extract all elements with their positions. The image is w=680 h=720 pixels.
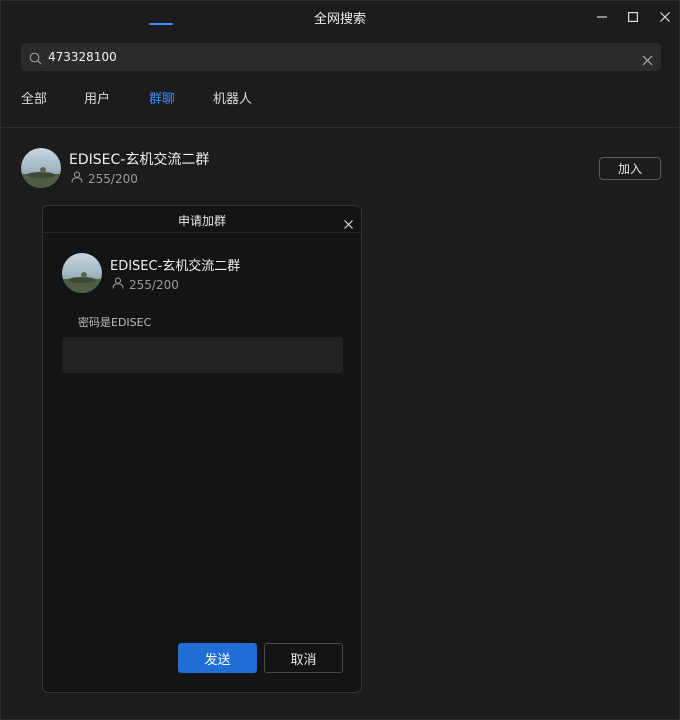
clear-icon[interactable] [642, 51, 653, 70]
join-question-text: 密码是EDISEC [78, 316, 152, 329]
close-icon[interactable] [344, 214, 353, 233]
minimize-icon[interactable] [592, 7, 612, 27]
member-count-text: 255/200 [88, 171, 138, 186]
result-member-count: 255/200 [71, 171, 138, 186]
close-icon[interactable] [655, 7, 675, 27]
dialog-title: 申请加群 [177, 214, 226, 228]
search-icon [29, 50, 42, 69]
tab-groups[interactable]: 群聊 [149, 88, 175, 107]
dialog-group-name: EDISEC-玄机交流二群 [110, 259, 241, 274]
member-icon [112, 277, 124, 292]
window-title: 全网搜索 [313, 12, 366, 27]
title-bar[interactable]: 全网搜索 [1, 1, 679, 33]
dialog-group-avatar [62, 253, 102, 293]
answer-input[interactable] [62, 337, 343, 373]
search-window: 全网搜索 全部 用户 群聊 机器人 [0, 0, 680, 720]
search-box[interactable] [21, 43, 661, 71]
member-icon [71, 171, 83, 186]
divider [1, 127, 679, 128]
join-button[interactable]: 加入 [599, 157, 661, 180]
dialog-header: 申请加群 [43, 206, 361, 233]
result-group-name: EDISEC-玄机交流二群 [69, 152, 210, 168]
tab-users[interactable]: 用户 [84, 88, 110, 107]
dialog-member-count-text: 255/200 [129, 277, 179, 292]
group-avatar[interactable] [21, 148, 61, 188]
join-group-dialog: 申请加群 EDISEC-玄机交流二群 255/200 密码是EDISEC 发送 … [42, 205, 362, 693]
cancel-button[interactable]: 取消 [264, 643, 343, 673]
active-tab-indicator [149, 23, 173, 25]
send-button[interactable]: 发送 [178, 643, 257, 673]
maximize-icon[interactable] [623, 7, 643, 27]
tab-bots[interactable]: 机器人 [213, 88, 252, 107]
tab-all[interactable]: 全部 [21, 88, 47, 107]
dialog-member-count: 255/200 [112, 277, 179, 292]
search-input[interactable] [48, 47, 638, 67]
